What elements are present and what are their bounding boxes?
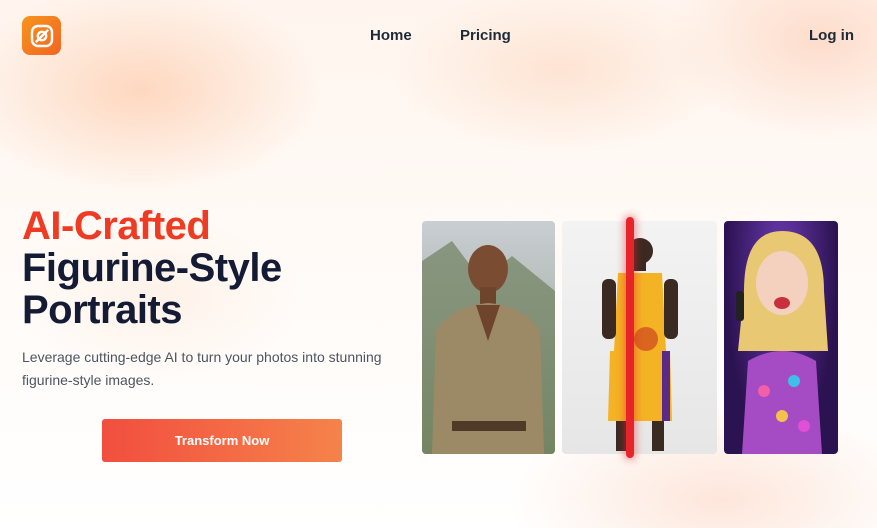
hero-subtitle: Leverage cutting-edge AI to turn your ph… bbox=[22, 349, 382, 388]
logo-glyph-icon bbox=[30, 24, 53, 47]
transform-now-button[interactable]: Transform Now bbox=[102, 419, 342, 462]
login-link[interactable]: Log in bbox=[809, 27, 854, 44]
photo-before-man bbox=[422, 221, 555, 454]
brand-logo-icon[interactable] bbox=[22, 16, 61, 55]
comparison-slider-handle[interactable] bbox=[626, 217, 634, 458]
nav-home-link[interactable]: Home bbox=[370, 27, 412, 44]
figurine-basketball-player bbox=[562, 221, 717, 454]
hero-title-accent: AI-Crafted bbox=[22, 204, 211, 248]
hero-title-line-2: Figurine-Style bbox=[22, 246, 282, 290]
hero-title-line-3: Portraits bbox=[22, 288, 182, 332]
figurine-singer bbox=[724, 221, 838, 454]
page: Home Pricing Log in AI-Crafted Figurine-… bbox=[0, 0, 877, 528]
hero-title: AI-Crafted Figurine-Style Portraits bbox=[22, 205, 282, 331]
nav-pricing-link[interactable]: Pricing bbox=[460, 27, 511, 44]
